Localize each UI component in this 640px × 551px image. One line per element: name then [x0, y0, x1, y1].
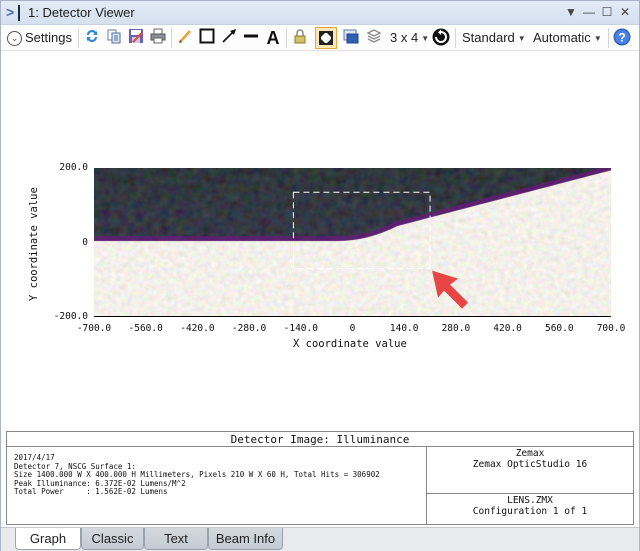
product-name: Zemax OpticStudio 16 — [472, 459, 588, 470]
file-name: LENS.ZMX — [507, 495, 553, 506]
info-details: 2017/4/17 Detector 7, NSCG Surface 1: Size… — [7, 447, 427, 525]
company-info: Zemax Zemax OpticStudio 16 — [426, 447, 633, 494]
tab-graph[interactable]: Graph — [15, 528, 81, 550]
x-tick-label: -560.0 — [128, 323, 163, 334]
info-panel: Detector Image: Illuminance 2017/4/17 Det… — [6, 431, 634, 525]
x-tick-label: -280.0 — [231, 323, 267, 334]
file-info: LENS.ZMX Configuration 1 of 1 — [426, 494, 633, 525]
plot-area: -700.0 -560.0 -420.0 -280.0 -140.0 0 140.0 280.… — [1, 1, 639, 429]
y-tick-label: 0 — [82, 236, 88, 248]
x-tick-label: 420.0 — [493, 323, 522, 334]
tab-beam-info[interactable]: Beam Info — [208, 528, 283, 550]
analysis-title: Detector Image: Illuminance — [7, 432, 633, 447]
tab-text[interactable]: Text — [144, 528, 208, 550]
x-tick-label: 0 — [349, 323, 356, 334]
tab-bar: Graph Classic Text Beam Info — [1, 527, 639, 551]
detector-image[interactable] — [94, 168, 611, 317]
y-tick-label: 200.0 — [59, 162, 88, 173]
company-name: Zemax — [515, 448, 545, 459]
x-axis-label: X coordinate value — [293, 338, 407, 350]
detector-viewer-window: > 1: Detector Viewer ▼ — ☐ ✕ ⌄Settings — [0, 0, 640, 551]
configuration: Configuration 1 of 1 — [472, 506, 588, 517]
detector-illuminance-map — [94, 168, 611, 317]
y-axis-label: Y coordinate value — [28, 187, 40, 301]
x-tick-label: -700.0 — [76, 323, 112, 334]
y-tick-label: -200.0 — [53, 311, 88, 322]
x-tick-label: -140.0 — [283, 323, 318, 334]
x-axis-line — [94, 316, 611, 317]
x-tick-label: 280.0 — [441, 323, 471, 334]
x-tick-label: 700.0 — [596, 323, 626, 334]
x-tick-label: 560.0 — [544, 323, 574, 334]
x-tick-label: 140.0 — [389, 323, 419, 334]
x-tick-label: -420.0 — [180, 323, 215, 334]
tab-classic[interactable]: Classic — [81, 528, 144, 550]
info-total-power: Total Power : 1.562E-02 Lumens — [14, 487, 168, 496]
